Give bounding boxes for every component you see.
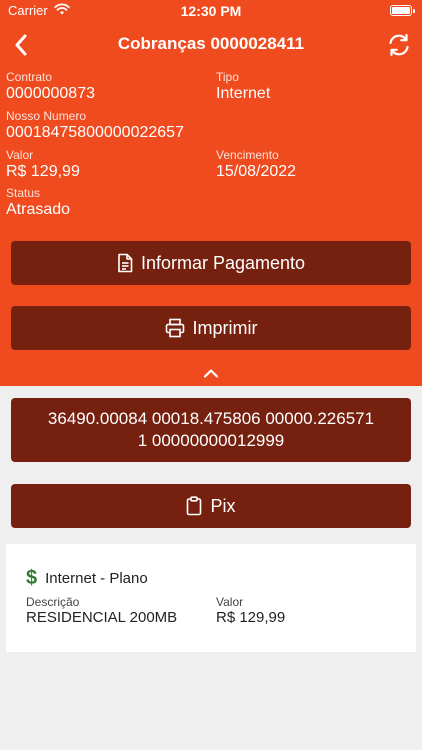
document-icon (118, 253, 133, 273)
chevron-up-icon (203, 369, 219, 378)
informar-pagamento-button[interactable]: Informar Pagamento (11, 241, 411, 285)
refresh-icon (389, 33, 409, 57)
status-value: Atrasado (6, 201, 71, 218)
barcode-line-2: 1 00000000012999 (137, 431, 285, 450)
item-descricao-label: Descrição (26, 595, 80, 609)
field-contrato: Contrato 0000000873 (6, 70, 95, 103)
refresh-button[interactable] (384, 30, 414, 60)
dollar-icon: $ (26, 567, 38, 589)
page-title: Cobranças 0000028411 (117, 34, 305, 53)
contrato-value: 0000000873 (6, 85, 95, 102)
nosso-numero-label: Nosso Numero (6, 109, 87, 123)
nav-bar: Cobranças 0000028411 (0, 26, 422, 64)
item-valor-label: Valor (216, 595, 244, 609)
collapse-button[interactable] (198, 364, 224, 382)
valor-value: R$ 129,99 (6, 163, 80, 180)
barcode-line-1: 36490.00084 00018.475806 00000.226571 (47, 409, 375, 428)
pix-button[interactable]: Pix (11, 484, 411, 528)
clock: 12:30 PM (180, 3, 242, 19)
field-nosso-numero: Nosso Numero 00018475800000022657 (6, 109, 184, 142)
item-descricao: Descrição RESIDENCIAL 200MB (26, 595, 177, 627)
valor-label: Valor (6, 148, 34, 162)
battery-icon (390, 5, 415, 16)
vencimento-label: Vencimento (216, 148, 279, 162)
vencimento-value: 15/08/2022 (216, 163, 297, 180)
header-panel: Carrier 12:30 PM Cobranças 0000028411 Co… (0, 0, 422, 386)
barcode-button[interactable]: 36490.00084 00018.475806 00000.226571 1 … (11, 398, 411, 462)
status-label: Status (6, 186, 41, 200)
printer-icon (165, 318, 184, 338)
status-bar: Carrier 12:30 PM (0, 0, 422, 24)
informar-pagamento-label: Informar Pagamento (140, 252, 306, 273)
item-card: $ Internet - Plano Descrição RESIDENCIAL… (6, 544, 416, 652)
item-title: Internet - Plano (45, 569, 148, 587)
nosso-numero-value: 00018475800000022657 (6, 124, 184, 141)
imprimir-button[interactable]: Imprimir (11, 306, 411, 350)
item-valor-value: R$ 129,99 (216, 609, 286, 626)
item-descricao-value: RESIDENCIAL 200MB (26, 609, 178, 626)
pix-label: Pix (210, 495, 236, 516)
field-vencimento: Vencimento 15/08/2022 (216, 148, 296, 181)
field-tipo: Tipo Internet (216, 70, 270, 103)
item-title-row: $ Internet - Plano (26, 568, 148, 588)
item-valor: Valor R$ 129,99 (216, 595, 285, 627)
field-valor: Valor R$ 129,99 (6, 148, 80, 181)
contrato-label: Contrato (6, 70, 53, 84)
screen: Carrier 12:30 PM Cobranças 0000028411 Co… (0, 0, 422, 750)
tipo-label: Tipo (216, 70, 239, 84)
clipboard-icon (187, 496, 202, 516)
tipo-value: Internet (216, 85, 271, 102)
imprimir-label: Imprimir (192, 317, 258, 338)
field-status: Status Atrasado (6, 186, 70, 219)
